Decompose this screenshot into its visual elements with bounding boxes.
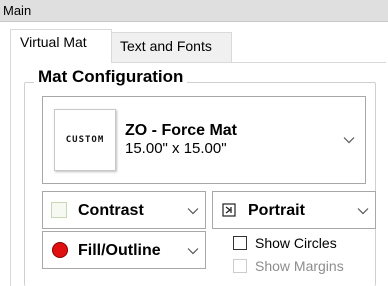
checkbox-box[interactable] (233, 259, 247, 273)
fill-outline-label: Fill/Outline (78, 242, 161, 259)
checkbox-box[interactable] (233, 236, 247, 250)
orientation-label: Portrait (248, 202, 305, 219)
mat-name: ZO - Force Mat (125, 122, 238, 139)
panel-title: Main (3, 3, 32, 18)
checkbox-label: Show Circles (255, 235, 337, 251)
panel-header: Main (0, 0, 388, 22)
thumbnail-text: CUSTOM (65, 135, 105, 145)
chevron-down-icon (343, 137, 355, 144)
tab-text-and-fonts[interactable]: Text and Fonts (112, 32, 232, 63)
fill-outline-dropdown[interactable]: Fill/Outline (42, 231, 206, 269)
mat-select-dropdown[interactable]: CUSTOM ZO - Force Mat 15.00" x 15.00" (42, 96, 366, 184)
mat-thumbnail: CUSTOM (54, 109, 116, 171)
chevron-down-icon (187, 208, 199, 215)
contrast-swatch-icon (51, 202, 67, 218)
contrast-dropdown[interactable]: Contrast (42, 191, 206, 229)
chevron-down-icon (187, 248, 199, 255)
tab-label: Text and Fonts (120, 38, 212, 54)
tab-bar: Virtual Mat Text and Fonts (0, 22, 388, 63)
mat-size: 15.00" x 15.00" (125, 140, 227, 157)
portrait-icon (222, 203, 236, 217)
chevron-down-icon (357, 208, 369, 215)
red-circle-icon (52, 242, 68, 258)
checkbox-label: Show Margins (255, 258, 344, 274)
tab-virtual-mat[interactable]: Virtual Mat (10, 29, 112, 63)
orientation-dropdown[interactable]: Portrait (212, 191, 376, 229)
contrast-label: Contrast (78, 202, 144, 219)
group-title: Mat Configuration (34, 66, 188, 88)
tab-label: Virtual Mat (20, 34, 87, 50)
